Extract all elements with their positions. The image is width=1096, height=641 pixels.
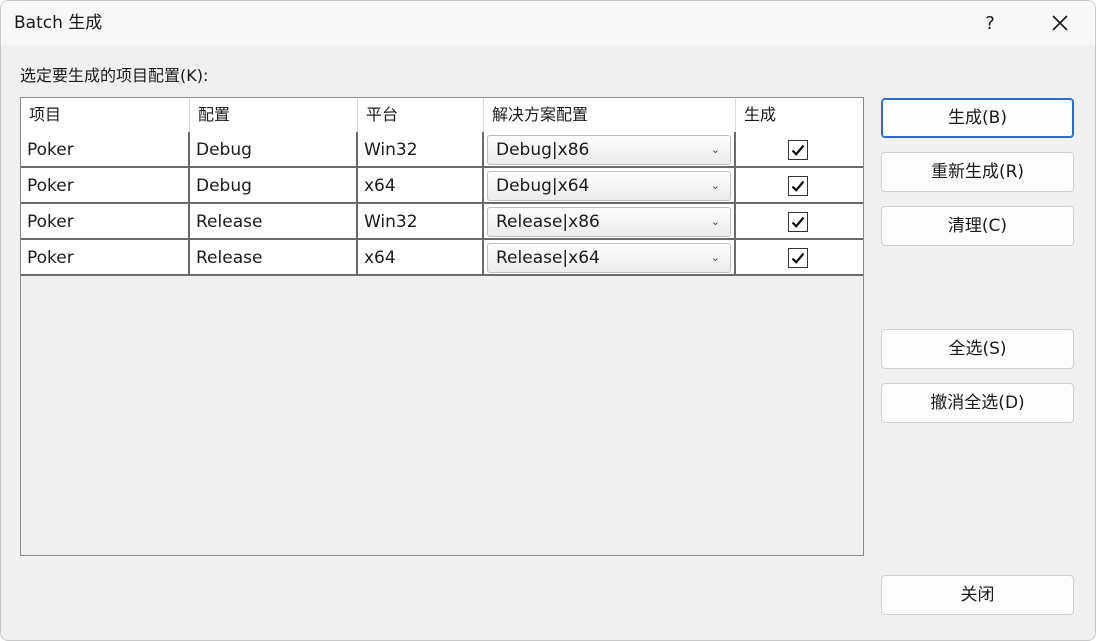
solution-config-dropdown[interactable]: Release|x86 ⌄ <box>487 207 731 237</box>
window-title: Batch 生成 <box>14 13 103 33</box>
cell-project: Poker <box>21 132 190 166</box>
close-icon <box>1052 15 1068 31</box>
cell-platform: Win32 <box>358 132 484 166</box>
select-all-button[interactable]: 全选(S) <box>881 329 1074 369</box>
project-config-grid[interactable]: 项目 配置 平台 解决方案配置 生成 Poker Debug Win32 Debug|… <box>20 97 864 556</box>
deselect-all-button[interactable]: 撤消全选(D) <box>881 383 1074 423</box>
rebuild-button[interactable]: 重新生成(R) <box>881 152 1074 192</box>
solution-config-dropdown[interactable]: Debug|x64 ⌄ <box>487 171 731 201</box>
cell-solution-config: Release|x64 ⌄ <box>484 240 736 274</box>
cell-config: Release <box>190 204 358 238</box>
cell-project: Poker <box>21 168 190 202</box>
cell-build <box>736 168 863 202</box>
checkmark-icon <box>791 144 805 156</box>
solution-config-dropdown[interactable]: Release|x64 ⌄ <box>487 243 731 273</box>
chevron-down-icon: ⌄ <box>710 143 720 156</box>
cell-platform: x64 <box>358 168 484 202</box>
cell-solution-config: Debug|x86 ⌄ <box>484 132 736 166</box>
table-row[interactable]: Poker Debug x64 Debug|x64 ⌄ <box>21 168 863 204</box>
build-checkbox[interactable] <box>788 176 808 196</box>
close-button[interactable]: 关闭 <box>881 575 1074 615</box>
build-checkbox[interactable] <box>788 212 808 232</box>
cell-build <box>736 204 863 238</box>
title-bar: Batch 生成 ? <box>1 1 1095 45</box>
chevron-down-icon: ⌄ <box>710 251 720 264</box>
cell-config: Debug <box>190 168 358 202</box>
clean-button[interactable]: 清理(C) <box>881 206 1074 246</box>
build-checkbox[interactable] <box>788 248 808 268</box>
cell-build <box>736 132 863 166</box>
solution-config-value: Debug|x86 <box>496 140 590 160</box>
solution-config-value: Debug|x64 <box>496 176 590 196</box>
help-button[interactable]: ? <box>967 1 1013 45</box>
chevron-down-icon: ⌄ <box>710 179 720 192</box>
checkmark-icon <box>791 180 805 192</box>
table-row[interactable]: Poker Release x64 Release|x64 ⌄ <box>21 240 863 276</box>
checkmark-icon <box>791 252 805 264</box>
solution-config-value: Release|x86 <box>496 212 600 232</box>
select-configs-label: 选定要生成的项目配置(K): <box>20 66 209 85</box>
solution-config-dropdown[interactable]: Debug|x86 ⌄ <box>487 135 731 165</box>
solution-config-value: Release|x64 <box>496 248 600 268</box>
cell-project: Poker <box>21 204 190 238</box>
cell-config: Debug <box>190 132 358 166</box>
build-checkbox[interactable] <box>788 140 808 160</box>
column-header-project[interactable]: 项目 <box>21 98 190 132</box>
cell-solution-config: Debug|x64 ⌄ <box>484 168 736 202</box>
cell-solution-config: Release|x86 ⌄ <box>484 204 736 238</box>
cell-platform: Win32 <box>358 204 484 238</box>
column-header-solution-config[interactable]: 解决方案配置 <box>484 98 736 132</box>
cell-platform: x64 <box>358 240 484 274</box>
cell-project: Poker <box>21 240 190 274</box>
grid-header: 项目 配置 平台 解决方案配置 生成 <box>21 98 863 133</box>
chevron-down-icon: ⌄ <box>710 215 720 228</box>
cell-config: Release <box>190 240 358 274</box>
close-window-button[interactable] <box>1037 1 1083 45</box>
table-row[interactable]: Poker Release Win32 Release|x86 ⌄ <box>21 204 863 240</box>
checkmark-icon <box>791 216 805 228</box>
column-header-build[interactable]: 生成 <box>736 98 863 132</box>
table-row[interactable]: Poker Debug Win32 Debug|x86 ⌄ <box>21 132 863 168</box>
build-button[interactable]: 生成(B) <box>881 98 1074 138</box>
cell-build <box>736 240 863 274</box>
batch-build-dialog: Batch 生成 ? 选定要生成的项目配置(K): 项目 配置 平台 解决方案配… <box>0 0 1096 641</box>
column-header-config[interactable]: 配置 <box>190 98 358 132</box>
column-header-platform[interactable]: 平台 <box>358 98 484 132</box>
